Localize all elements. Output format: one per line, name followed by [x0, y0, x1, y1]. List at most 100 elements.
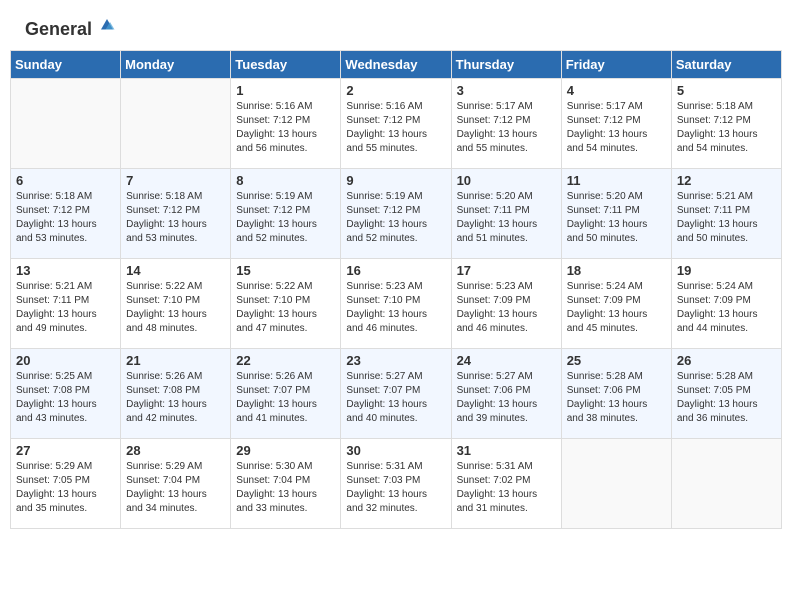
calendar-cell: 22Sunrise: 5:26 AMSunset: 7:07 PMDayligh…	[231, 348, 341, 438]
cell-info: Sunrise: 5:30 AMSunset: 7:04 PMDaylight:…	[236, 460, 335, 516]
day-number: 9	[346, 173, 445, 188]
logo-icon	[96, 16, 118, 34]
day-number: 24	[457, 353, 556, 368]
cell-info: Sunrise: 5:20 AMSunset: 7:11 PMDaylight:…	[567, 190, 666, 246]
day-number: 26	[677, 353, 776, 368]
calendar-cell: 23 Sunrise: 5:27 AMSunset: 7:07 PMDayligh…	[341, 348, 451, 438]
calendar-week-row: 13Sunrise: 5:21 AMSunset: 7:11 PMDayligh…	[11, 258, 782, 348]
cell-info: Sunrise: 5:26 AMSunset: 7:08 PMDaylight:…	[126, 370, 225, 426]
cell-info: Sunrise: 5:21 AMSunset: 7:11 PMDaylight:…	[677, 190, 776, 246]
calendar-cell: 4Sunrise: 5:17 AMSunset: 7:12 PMDaylight…	[561, 78, 671, 168]
day-number: 7	[126, 173, 225, 188]
logo: General	[25, 20, 118, 40]
calendar-cell: 2Sunrise: 5:16 AMSunset: 7:12 PMDaylight…	[341, 78, 451, 168]
calendar-cell	[671, 438, 781, 528]
calendar-week-row: 27Sunrise: 5:29 AMSunset: 7:05 PMDayligh…	[11, 438, 782, 528]
day-number: 31	[457, 443, 556, 458]
cell-info: Sunrise: 5:26 AMSunset: 7:07 PMDaylight:…	[236, 370, 335, 426]
cell-info: Sunrise: 5:18 AMSunset: 7:12 PMDaylight:…	[16, 190, 115, 246]
calendar-cell: 11 Sunrise: 5:20 AMSunset: 7:11 PMDayligh…	[561, 168, 671, 258]
cell-info: Sunrise: 5:31 AMSunset: 7:02 PMDaylight:…	[457, 460, 556, 516]
calendar-cell: 15Sunrise: 5:22 AMSunset: 7:10 PMDayligh…	[231, 258, 341, 348]
cell-info: Sunrise: 5:25 AMSunset: 7:08 PMDaylight:…	[16, 370, 115, 426]
cell-info: Sunrise: 5:22 AMSunset: 7:10 PMDaylight:…	[126, 280, 225, 336]
calendar-cell	[121, 78, 231, 168]
calendar-week-row: 6 Sunrise: 5:18 AMSunset: 7:12 PMDaylight…	[11, 168, 782, 258]
day-number: 13	[16, 263, 115, 278]
calendar-cell: 25 Sunrise: 5:28 AMSunset: 7:06 PMDayligh…	[561, 348, 671, 438]
calendar-cell: 14 Sunrise: 5:22 AMSunset: 7:10 PMDayligh…	[121, 258, 231, 348]
cell-info: Sunrise: 5:24 AMSunset: 7:09 PMDaylight:…	[677, 280, 776, 336]
calendar-cell: 6 Sunrise: 5:18 AMSunset: 7:12 PMDaylight…	[11, 168, 121, 258]
day-number: 6	[16, 173, 115, 188]
day-number: 14	[126, 263, 225, 278]
calendar-header-sunday: Sunday	[11, 50, 121, 78]
cell-info: Sunrise: 5:23 AMSunset: 7:09 PMDaylight:…	[457, 280, 556, 336]
cell-info: Sunrise: 5:19 AMSunset: 7:12 PMDaylight:…	[236, 190, 335, 246]
day-number: 29	[236, 443, 335, 458]
calendar-cell: 26 Sunrise: 5:28 AMSunset: 7:05 PMDayligh…	[671, 348, 781, 438]
day-number: 20	[16, 353, 115, 368]
calendar-header-wednesday: Wednesday	[341, 50, 451, 78]
calendar-cell: 24 Sunrise: 5:27 AMSunset: 7:06 PMDayligh…	[451, 348, 561, 438]
cell-info: Sunrise: 5:20 AMSunset: 7:11 PMDaylight:…	[457, 190, 556, 246]
cell-info: Sunrise: 5:28 AMSunset: 7:06 PMDaylight:…	[567, 370, 666, 426]
cell-info: Sunrise: 5:31 AMSunset: 7:03 PMDaylight:…	[346, 460, 445, 516]
day-number: 8	[236, 173, 335, 188]
calendar-week-row: 1 Sunrise: 5:16 AMSunset: 7:12 PMDaylight…	[11, 78, 782, 168]
calendar-cell: 12 Sunrise: 5:21 AMSunset: 7:11 PMDayligh…	[671, 168, 781, 258]
calendar-cell: 10Sunrise: 5:20 AMSunset: 7:11 PMDayligh…	[451, 168, 561, 258]
logo-general: General	[25, 20, 118, 40]
cell-info: Sunrise: 5:29 AMSunset: 7:04 PMDaylight:…	[126, 460, 225, 516]
cell-info: Sunrise: 5:17 AMSunset: 7:12 PMDaylight:…	[457, 100, 556, 156]
calendar-week-row: 20 Sunrise: 5:25 AMSunset: 7:08 PMDayligh…	[11, 348, 782, 438]
calendar-cell: 8 Sunrise: 5:19 AMSunset: 7:12 PMDaylight…	[231, 168, 341, 258]
calendar-header-tuesday: Tuesday	[231, 50, 341, 78]
page-header: General	[10, 10, 782, 45]
calendar-cell: 5 Sunrise: 5:18 AMSunset: 7:12 PMDaylight…	[671, 78, 781, 168]
calendar-header-saturday: Saturday	[671, 50, 781, 78]
day-number: 30	[346, 443, 445, 458]
day-number: 23	[346, 353, 445, 368]
calendar-cell: 29 Sunrise: 5:30 AMSunset: 7:04 PMDayligh…	[231, 438, 341, 528]
calendar-cell: 18 Sunrise: 5:24 AMSunset: 7:09 PMDayligh…	[561, 258, 671, 348]
calendar-cell: 19 Sunrise: 5:24 AMSunset: 7:09 PMDayligh…	[671, 258, 781, 348]
cell-info: Sunrise: 5:17 AMSunset: 7:12 PMDaylight:…	[567, 100, 666, 156]
cell-info: Sunrise: 5:19 AMSunset: 7:12 PMDaylight:…	[346, 190, 445, 246]
cell-info: Sunrise: 5:16 AMSunset: 7:12 PMDaylight:…	[236, 100, 335, 156]
calendar-cell: 27Sunrise: 5:29 AMSunset: 7:05 PMDayligh…	[11, 438, 121, 528]
day-number: 5	[677, 83, 776, 98]
day-number: 1	[236, 83, 335, 98]
day-number: 19	[677, 263, 776, 278]
calendar-cell	[561, 438, 671, 528]
calendar-cell: 20 Sunrise: 5:25 AMSunset: 7:08 PMDayligh…	[11, 348, 121, 438]
cell-info: Sunrise: 5:18 AMSunset: 7:12 PMDaylight:…	[677, 100, 776, 156]
calendar-cell: 3Sunrise: 5:17 AMSunset: 7:12 PMDaylight…	[451, 78, 561, 168]
calendar-cell: 9 Sunrise: 5:19 AMSunset: 7:12 PMDaylight…	[341, 168, 451, 258]
day-number: 28	[126, 443, 225, 458]
cell-info: Sunrise: 5:27 AMSunset: 7:06 PMDaylight:…	[457, 370, 556, 426]
day-number: 16	[346, 263, 445, 278]
day-number: 25	[567, 353, 666, 368]
day-number: 12	[677, 173, 776, 188]
day-number: 15	[236, 263, 335, 278]
calendar-cell: 16 Sunrise: 5:23 AMSunset: 7:10 PMDayligh…	[341, 258, 451, 348]
day-number: 11	[567, 173, 666, 188]
day-number: 21	[126, 353, 225, 368]
calendar-table: SundayMondayTuesdayWednesdayThursdayFrid…	[10, 50, 782, 529]
calendar-cell: 31 Sunrise: 5:31 AMSunset: 7:02 PMDayligh…	[451, 438, 561, 528]
calendar-cell: 17Sunrise: 5:23 AMSunset: 7:09 PMDayligh…	[451, 258, 561, 348]
calendar-cell: 1 Sunrise: 5:16 AMSunset: 7:12 PMDaylight…	[231, 78, 341, 168]
calendar-cell: 21 Sunrise: 5:26 AMSunset: 7:08 PMDayligh…	[121, 348, 231, 438]
cell-info: Sunrise: 5:27 AMSunset: 7:07 PMDaylight:…	[346, 370, 445, 426]
day-number: 27	[16, 443, 115, 458]
calendar-cell: 28 Sunrise: 5:29 AMSunset: 7:04 PMDayligh…	[121, 438, 231, 528]
calendar-cell: 30 Sunrise: 5:31 AMSunset: 7:03 PMDayligh…	[341, 438, 451, 528]
calendar-header-monday: Monday	[121, 50, 231, 78]
cell-info: Sunrise: 5:28 AMSunset: 7:05 PMDaylight:…	[677, 370, 776, 426]
cell-info: Sunrise: 5:24 AMSunset: 7:09 PMDaylight:…	[567, 280, 666, 336]
day-number: 18	[567, 263, 666, 278]
calendar-header-thursday: Thursday	[451, 50, 561, 78]
cell-info: Sunrise: 5:23 AMSunset: 7:10 PMDaylight:…	[346, 280, 445, 336]
calendar-header-friday: Friday	[561, 50, 671, 78]
